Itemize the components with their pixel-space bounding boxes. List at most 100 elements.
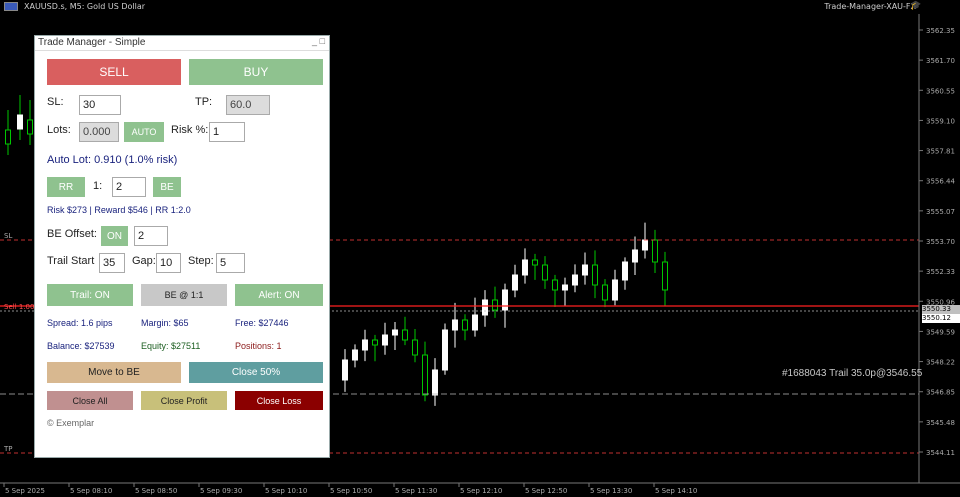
be-ratio-button[interactable]: BE @ 1:1: [141, 284, 227, 306]
sell-button[interactable]: SELL: [47, 59, 181, 85]
close-half-button[interactable]: Close 50%: [189, 362, 323, 383]
equity-info: Equity: $27511: [141, 341, 201, 351]
candle-body: [432, 369, 438, 396]
risk-reward-info: Risk $273 | Reward $546 | RR 1:2.0: [47, 205, 191, 215]
candle-body: [17, 114, 23, 130]
candle-body: [642, 239, 648, 251]
time-tick-label: 5 Sep 08:50: [135, 487, 177, 495]
expert-hat-icon[interactable]: 🎓: [910, 1, 921, 11]
trail-start-label: Trail Start: [47, 255, 95, 267]
time-tick-label: 5 Sep 11:30: [395, 487, 437, 495]
candle-body: [342, 359, 348, 381]
price-tick-label: 3544.11: [926, 449, 955, 457]
price-tick-label: 3557.81: [926, 148, 955, 156]
tp-tag: TP: [4, 445, 13, 453]
price-tick-label: 3546.85: [926, 389, 955, 397]
candle-body: [632, 249, 638, 263]
time-tick-label: 5 Sep 08:10: [70, 487, 112, 495]
margin-info: Margin: $65: [141, 318, 189, 328]
candle-body: [592, 264, 598, 286]
candle-body: [502, 289, 508, 311]
candle-body: [512, 274, 518, 291]
price-tick-label: 3545.48: [926, 419, 955, 427]
close-loss-button[interactable]: Close Loss: [235, 391, 323, 410]
tp-label: TP:: [195, 96, 213, 108]
minimize-icon[interactable]: _: [312, 36, 317, 46]
risk-input[interactable]: 1: [209, 122, 245, 142]
expert-advisor-name: Trade-Manager-XAU-FX: [824, 2, 916, 11]
buy-button[interactable]: BUY: [189, 59, 323, 85]
spread-info: Spread: 1.6 pips: [47, 318, 113, 328]
candle-body: [362, 339, 368, 351]
panel-titlebar[interactable]: Trade Manager - Simple _ □: [35, 36, 329, 51]
lots-input[interactable]: 0.000: [79, 122, 119, 142]
time-tick-label: 5 Sep 12:10: [460, 487, 502, 495]
rr-input[interactable]: 2: [112, 177, 146, 197]
candle-body: [542, 264, 548, 281]
gap-label: Gap:: [132, 255, 156, 267]
be-button[interactable]: BE: [153, 177, 181, 197]
move-to-be-button[interactable]: Move to BE: [47, 362, 181, 383]
close-profit-button[interactable]: Close Profit: [141, 391, 227, 410]
sl-label: SL:: [47, 96, 64, 108]
candle-body: [662, 261, 668, 291]
price-tick-label: 3548.22: [926, 359, 955, 367]
price-tick-label: 3562.35: [926, 27, 955, 35]
entry-tag: Sell 1.00: [4, 303, 35, 311]
rr-button[interactable]: RR: [47, 177, 85, 197]
be-offset-input[interactable]: 2: [134, 226, 168, 246]
candle-body: [382, 334, 388, 346]
tp-input[interactable]: 60.0: [226, 95, 270, 115]
candle-body: [652, 239, 658, 263]
lots-label: Lots:: [47, 124, 71, 136]
candle-body: [492, 299, 498, 311]
candle-body: [27, 119, 33, 135]
candle-body: [422, 354, 428, 396]
trail-start-input[interactable]: 35: [99, 253, 125, 273]
candle-body: [562, 284, 568, 291]
price-tick-label: 3560.55: [926, 87, 955, 95]
candle-body: [462, 319, 468, 331]
time-tick-label: 5 Sep 10:10: [265, 487, 307, 495]
candle-body: [622, 261, 628, 281]
candle-body: [5, 129, 11, 145]
candle-body: [612, 279, 618, 301]
candle-body: [372, 339, 378, 346]
close-all-button[interactable]: Close All: [47, 391, 133, 410]
free-margin-info: Free: $27446: [235, 318, 289, 328]
price-tick-label: 3555.07: [926, 208, 955, 216]
price-tick-label: 3559.10: [926, 117, 955, 125]
candle-body: [402, 329, 408, 341]
alert-toggle-button[interactable]: Alert: ON: [235, 284, 323, 306]
close-icon[interactable]: □: [320, 36, 325, 46]
candle-body: [532, 259, 538, 266]
time-tick-label: 5 Sep 09:30: [200, 487, 242, 495]
time-tick-label: 5 Sep 2025: [5, 487, 45, 495]
symbol-label: XAUUSD.s, M5: Gold US Dollar: [24, 2, 146, 11]
risk-label: Risk %:: [171, 124, 209, 136]
candle-body: [482, 299, 488, 316]
auto-lot-button[interactable]: AUTO: [124, 122, 164, 142]
gap-input[interactable]: 10: [156, 253, 181, 273]
bid-price-box: 3550.12: [922, 314, 960, 323]
candle-body: [522, 259, 528, 276]
sl-input[interactable]: 30: [79, 95, 121, 115]
candle-body: [472, 314, 478, 331]
footer-label: © Exemplar: [47, 418, 95, 428]
trail-toggle-button[interactable]: Trail: ON: [47, 284, 133, 306]
price-tick-label: 3549.59: [926, 328, 955, 336]
candle-body: [552, 279, 558, 291]
minimize-close-controls[interactable]: _ □: [312, 36, 325, 46]
be-offset-label: BE Offset:: [47, 228, 97, 240]
time-tick-label: 5 Sep 13:30: [590, 487, 632, 495]
step-input[interactable]: 5: [216, 253, 245, 273]
candle-body: [442, 329, 448, 371]
chart-header: XAUUSD.s, M5: Gold US Dollar Trade-Manag…: [0, 0, 960, 14]
ask-price-box: 3550.33: [922, 305, 960, 314]
candle-body: [452, 319, 458, 331]
candle-body: [352, 349, 358, 361]
candle-body: [602, 284, 608, 301]
trail-label: #1688043 Trail 35.0p@3546.55: [782, 368, 923, 379]
panel-title: Trade Manager - Simple: [38, 37, 146, 48]
be-offset-toggle[interactable]: ON: [101, 226, 128, 246]
